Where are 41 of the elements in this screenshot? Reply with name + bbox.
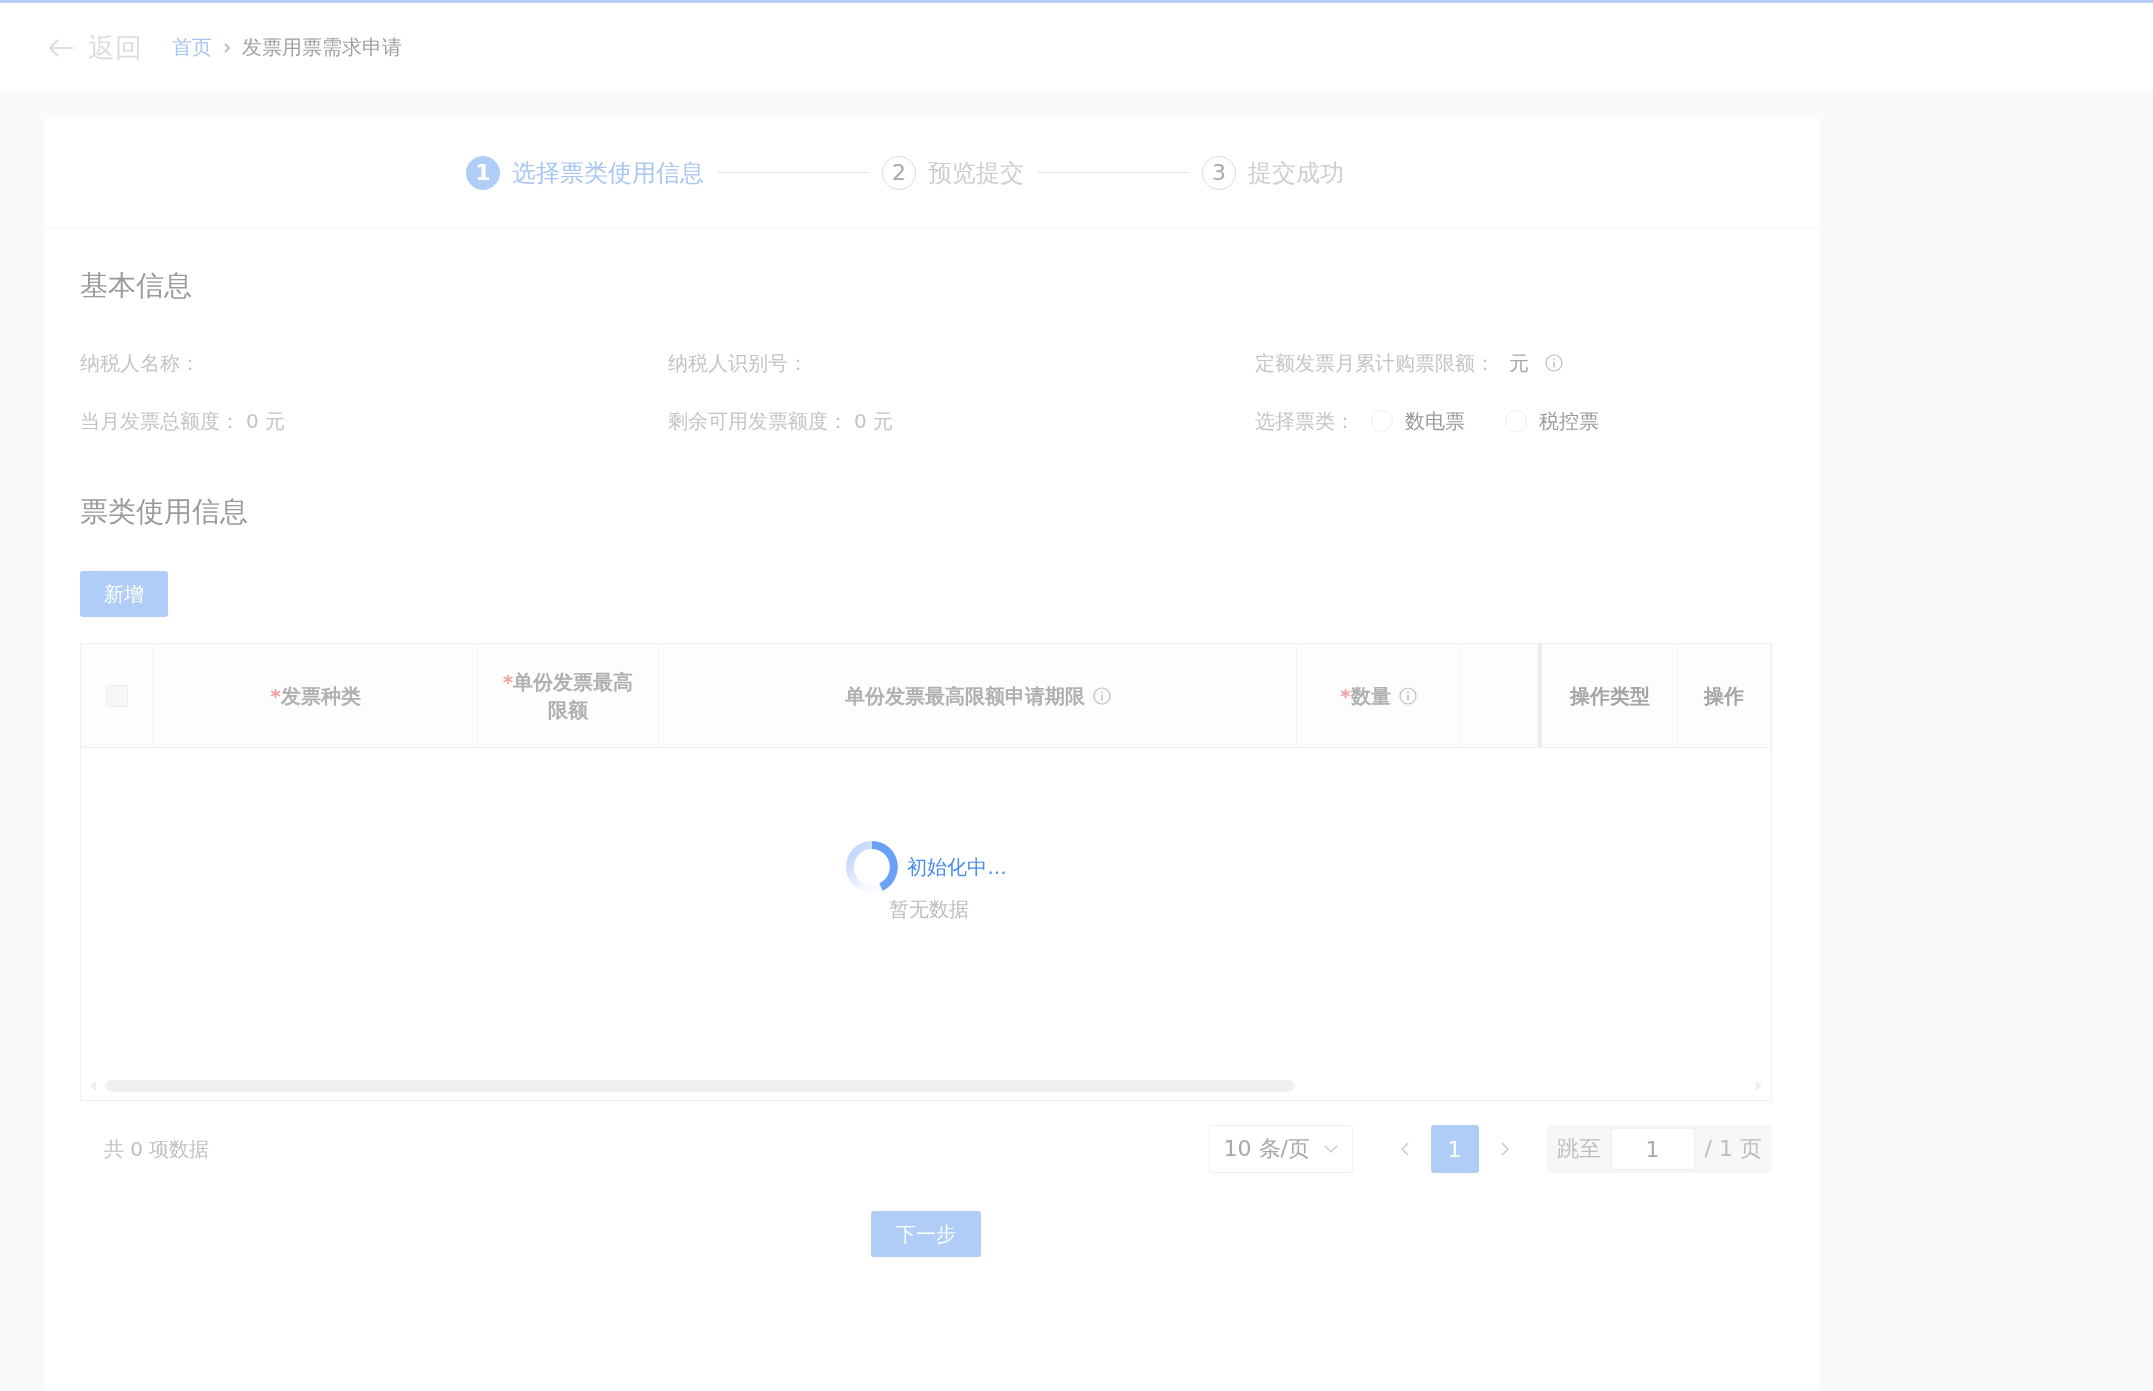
empty-text: 暂无数据 (889, 896, 969, 923)
chevron-left-icon (1400, 1142, 1409, 1156)
breadcrumb-current: 发票用票需求申请 (242, 34, 402, 61)
field-label: 剩余可用发票额度： (668, 407, 848, 435)
field-label: 纳税人名称： (80, 349, 200, 377)
field-label: 选择票类： (1255, 407, 1355, 435)
total-count: 共 0 项数据 (104, 1135, 210, 1163)
next-step-button[interactable]: 下一步 (871, 1211, 981, 1257)
step-label: 选择票类使用信息 (512, 157, 704, 189)
loading-text: 初始化中... (907, 853, 1007, 881)
column-header: 操作 (1704, 682, 1744, 710)
back-arrow-icon (48, 37, 74, 58)
step-number: 1 (466, 155, 500, 190)
field-label: 定额发票月累计购票限额： (1255, 349, 1495, 377)
page-button[interactable]: 1 (1430, 1125, 1479, 1173)
jump-label: 跳至 (1556, 1135, 1601, 1163)
column-header: *发票种类 (270, 682, 361, 710)
radio-option[interactable]: 数电票 (1371, 407, 1465, 435)
step-number: 3 (1202, 155, 1236, 190)
field-label: 当月发票总额度： (80, 407, 240, 435)
loading-spinner-icon (845, 840, 900, 894)
field-value: 0 元 (246, 407, 286, 435)
page-input[interactable]: 1 (1610, 1128, 1695, 1170)
section-title: 票类使用信息 (80, 494, 249, 530)
chevron-icon (222, 40, 232, 55)
field-value: 0 元 (854, 407, 894, 435)
column-header: *数量 (1340, 682, 1391, 710)
section-title: 基本信息 (80, 268, 193, 304)
column-header: *单份发票最高限额 (501, 668, 635, 724)
breadcrumb-link[interactable]: 首页 (172, 34, 212, 61)
chevron-down-icon (1323, 1144, 1338, 1154)
step-number: 2 (882, 155, 916, 190)
page-size-select[interactable]: 10 条/页 (1208, 1125, 1353, 1173)
page-count: / 1 页 (1704, 1135, 1762, 1163)
add-button[interactable]: 新增 (80, 571, 168, 617)
chevron-right-icon (1500, 1142, 1509, 1156)
field-value: 元 (1509, 349, 1529, 377)
radio-option[interactable]: 税控票 (1505, 407, 1599, 435)
column-header: 单份发票最高限额申请期限 (844, 682, 1085, 710)
column-header: 操作类型 (1569, 682, 1650, 710)
field-label: 纳税人识别号： (668, 349, 808, 377)
